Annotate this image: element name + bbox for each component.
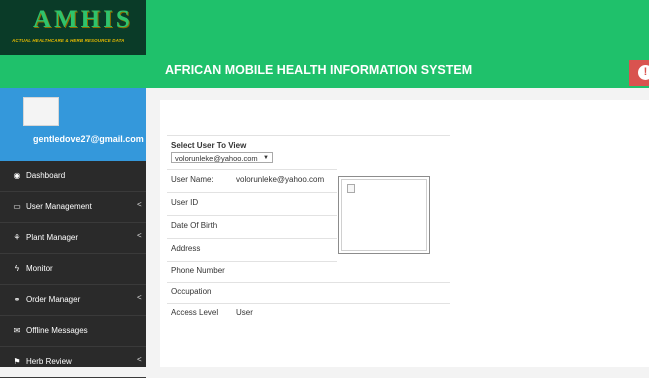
chevron-left-icon: < xyxy=(137,293,142,302)
plant-icon: ⚘ xyxy=(13,233,21,242)
divider xyxy=(167,303,450,304)
chevron-left-icon: < xyxy=(137,231,142,240)
desktop-icon: ▭ xyxy=(13,202,21,211)
divider xyxy=(167,135,450,136)
avatar xyxy=(23,97,59,126)
alert-icon: ! xyxy=(638,65,649,80)
dashboard-icon: ◉ xyxy=(13,171,21,180)
sidebar-item-monitor[interactable]: ϟ Monitor xyxy=(0,254,146,285)
sidebar-item-plant-manager[interactable]: ⚘ Plant Manager < xyxy=(0,223,146,254)
sidebar-item-user-management[interactable]: ▭ User Management < xyxy=(0,192,146,223)
user-photo xyxy=(338,176,430,254)
broken-image-icon xyxy=(347,184,355,193)
sidebar-item-label: Offline Messages xyxy=(26,326,88,335)
caret-down-icon: ▼ xyxy=(263,155,269,161)
app-title: AFRICAN MOBILE HEALTH INFORMATION SYSTEM xyxy=(165,63,473,77)
sidebar-item-label: User Management xyxy=(26,202,92,211)
logo-area[interactable]: AMHIS ACTUAL HEALTHCARE & HERB RESOURCE … xyxy=(0,0,146,55)
profile-email: gentledove27@gmail.com xyxy=(33,134,144,144)
field-label: Address xyxy=(171,244,201,253)
sidebar-item-label: Monitor xyxy=(26,264,53,273)
sidebar-item-label: Plant Manager xyxy=(26,233,79,242)
sidebar-item-herb-review[interactable]: ⚑ Herb Review < xyxy=(0,347,146,378)
divider xyxy=(167,282,450,283)
sidebar-item-label: Dashboard xyxy=(26,171,66,180)
field-label: User ID xyxy=(171,198,199,207)
profile-panel: gentledove27@gmail.com xyxy=(0,88,146,161)
divider xyxy=(167,238,337,239)
field-label: Phone Number xyxy=(171,266,225,275)
field-value: volorunleke@yahoo.com xyxy=(236,175,325,184)
divider xyxy=(167,215,337,216)
selected-user-value: volorunleke@yahoo.com xyxy=(175,154,258,163)
alert-button[interactable]: ! xyxy=(629,60,649,86)
chevron-left-icon: < xyxy=(137,355,142,364)
bolt-icon: ϟ xyxy=(14,264,20,273)
divider xyxy=(167,261,337,262)
divider xyxy=(167,192,337,193)
logo-subtitle: ACTUAL HEALTHCARE & HERB RESOURCE DATA xyxy=(12,38,125,43)
field-label: User Name: xyxy=(171,175,214,184)
bicycle-icon: ⚭ xyxy=(13,295,21,304)
sidebar-item-label: Order Manager xyxy=(26,295,81,304)
sidebar-item-dashboard[interactable]: ◉ Dashboard xyxy=(0,161,146,192)
sidebar-item-label: Herb Review xyxy=(26,357,72,366)
photo-placeholder xyxy=(341,179,427,251)
review-icon: ⚑ xyxy=(13,357,21,366)
sidebar-item-order-manager[interactable]: ⚭ Order Manager < xyxy=(0,285,146,316)
sidebar-item-offline-messages[interactable]: ✉ Offline Messages xyxy=(0,316,146,347)
sidebar: gentledove27@gmail.com ◉ Dashboard ▭ User M… xyxy=(0,88,146,378)
select-user-label: Select User To View xyxy=(171,141,247,150)
field-label: Date Of Birth xyxy=(171,221,218,230)
chevron-left-icon: < xyxy=(137,200,142,209)
logo-text: AMHIS xyxy=(33,6,133,33)
select-user-dropdown[interactable]: volorunleke@yahoo.com ▼ xyxy=(171,152,273,163)
divider xyxy=(167,169,337,170)
envelope-icon: ✉ xyxy=(13,326,21,335)
field-label: Access Level xyxy=(171,308,219,317)
field-label: Occupation xyxy=(171,287,212,296)
field-value: User xyxy=(236,308,253,317)
